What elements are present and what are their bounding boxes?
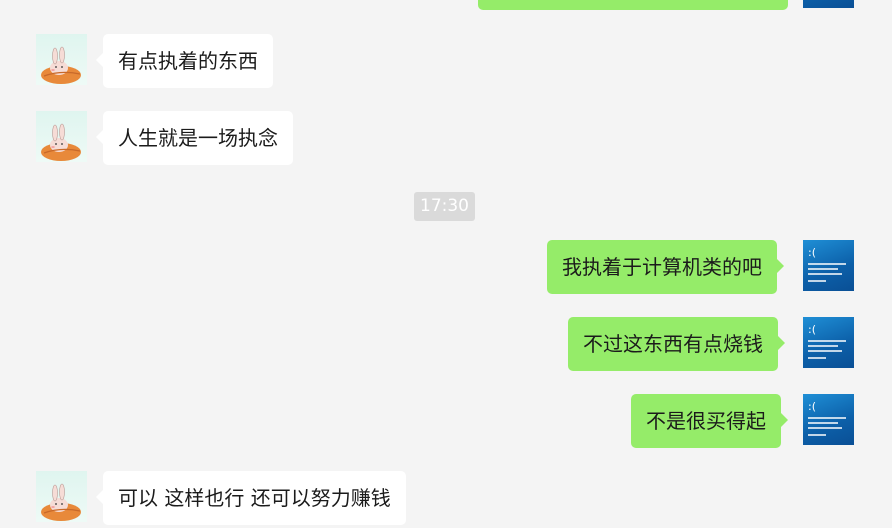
message-bubble-incoming[interactable]: 有点执着的东西 xyxy=(96,34,273,88)
self-avatar[interactable] xyxy=(803,0,854,8)
rabbit-icon xyxy=(41,123,81,161)
message-bubble-incoming[interactable]: 可以 这样也行 还可以努力赚钱 xyxy=(96,471,406,525)
rabbit-icon xyxy=(41,46,81,84)
self-avatar[interactable]: :( xyxy=(803,240,854,291)
self-avatar[interactable]: :( xyxy=(803,317,854,368)
message-bubble-outgoing[interactable]: 我执着于计算机类的吧 xyxy=(547,240,784,294)
contact-avatar[interactable] xyxy=(36,34,87,85)
contact-avatar[interactable] xyxy=(36,471,87,522)
message-bubble-incoming[interactable]: 人生就是一场执念 xyxy=(96,111,293,165)
rabbit-icon xyxy=(41,483,81,521)
message-bubble-outgoing[interactable]: 不是很买得起 xyxy=(631,394,788,448)
message-bubble-outgoing-partial[interactable] xyxy=(478,0,788,10)
message-bubble-outgoing[interactable]: 不过这东西有点烧钱 xyxy=(568,317,785,371)
sad-face-icon: :( xyxy=(808,246,816,259)
sad-face-icon: :( xyxy=(808,323,816,336)
timestamp-divider: 17:30 xyxy=(414,192,475,221)
self-avatar[interactable]: :( xyxy=(803,394,854,445)
chat-message-list[interactable]: 有点执着的东西 人生就是一场执念 17:30 我执着于计算机类的吧 :( 不过这… xyxy=(0,0,892,528)
contact-avatar[interactable] xyxy=(36,111,87,162)
sad-face-icon: :( xyxy=(808,400,816,413)
